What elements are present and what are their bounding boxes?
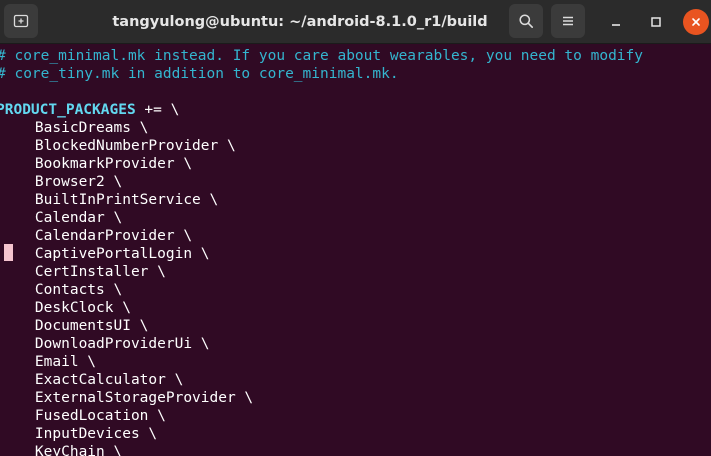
package-line: KeyChain \ [0, 444, 123, 456]
menu-button[interactable] [551, 4, 585, 38]
title-bar: tangyulong@ubuntu: ~/android-8.1.0_r1/bu… [0, 0, 711, 44]
new-tab-button[interactable] [4, 4, 38, 38]
package-line: DocumentsUI \ [0, 318, 149, 334]
close-button[interactable] [683, 9, 709, 35]
package-line: Calendar \ [0, 210, 123, 226]
package-line: BuiltInPrintService \ [0, 192, 219, 208]
maximize-button[interactable] [643, 9, 669, 35]
close-icon [692, 18, 700, 26]
package-line: BlockedNumberProvider \ [0, 138, 236, 154]
package-line: CalendarProvider \ [0, 228, 193, 244]
variable-name: PRODUCT_PACKAGES [0, 102, 136, 118]
package-line: BookmarkProvider \ [0, 156, 193, 172]
terminal-output[interactable]: # core_minimal.mk instead. If you care a… [0, 44, 711, 456]
package-line: Browser2 \ [0, 174, 123, 190]
search-button[interactable] [509, 4, 543, 38]
package-line: ExactCalculator \ [0, 372, 184, 388]
package-line: FusedLocation \ [0, 408, 166, 424]
search-icon [519, 14, 533, 28]
minimize-icon [612, 24, 620, 26]
minimize-button[interactable] [603, 9, 629, 35]
comment-line: # core_tiny.mk in addition to core_minim… [0, 66, 399, 82]
package-line: CertInstaller \ [0, 264, 166, 280]
package-line: Contacts \ [0, 282, 123, 298]
package-line: DeskClock \ [0, 300, 131, 316]
package-line: DownloadProviderUi \ [0, 336, 210, 352]
variable-assignment-line: PRODUCT_PACKAGES += \ [0, 101, 179, 119]
hamburger-menu-icon [563, 16, 573, 26]
text-cursor [4, 244, 13, 261]
maximize-icon [651, 17, 661, 27]
package-line: BasicDreams \ [0, 120, 149, 136]
package-line: ExternalStorageProvider \ [0, 390, 254, 406]
package-line: CaptivePortalLogin \ [0, 246, 210, 262]
new-tab-icon [13, 14, 29, 28]
assignment-operator: += \ [135, 102, 180, 118]
window-title: tangyulong@ubuntu: ~/android-8.1.0_r1/bu… [112, 14, 488, 30]
comment-line: # core_minimal.mk instead. If you care a… [0, 48, 644, 64]
package-line: Email \ [0, 354, 97, 370]
package-line: InputDevices \ [0, 426, 158, 442]
